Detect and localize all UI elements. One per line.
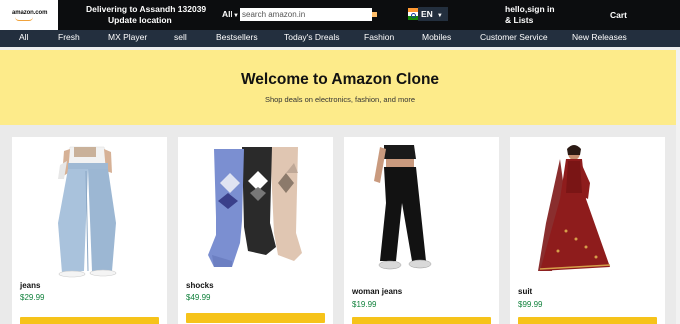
product-name[interactable]: woman jeans [352, 287, 402, 296]
socks-image [208, 147, 302, 267]
nav-item-todays-deals[interactable]: Today's Dreals [284, 32, 339, 42]
product-price: $29.99 [20, 293, 45, 302]
add-to-cart-button[interactable] [186, 313, 325, 323]
product-name[interactable]: suit [518, 287, 532, 296]
add-to-cart-button[interactable] [352, 317, 491, 324]
product-name[interactable]: jeans [20, 281, 40, 290]
suit-image [538, 145, 611, 271]
chevron-down-icon: ▼ [436, 13, 443, 19]
product-grid: jeans $29.99 shocks $49.99 woman jeans $… [0, 125, 680, 324]
product-name[interactable]: shocks [186, 281, 214, 290]
product-price: $49.99 [186, 293, 211, 302]
nav-item-bestsellers[interactable]: Bestsellers [216, 32, 258, 42]
nav-item-fashion[interactable]: Fashion [364, 32, 394, 42]
account-lists-label: & Lists [505, 15, 534, 25]
india-flag-icon [408, 8, 418, 20]
search-input[interactable] [240, 8, 372, 21]
hero-banner: Welcome to Amazon Clone Shop deals on el… [0, 50, 680, 125]
language-select[interactable]: EN ▼ [418, 7, 448, 21]
nav-item-fresh[interactable]: Fresh [58, 32, 80, 42]
product-card[interactable]: woman jeans $19.99 [344, 137, 499, 324]
nav-item-sell[interactable]: sell [174, 32, 187, 42]
search-button[interactable] [372, 12, 377, 17]
nav-item-mx-player[interactable]: MX Player [108, 32, 147, 42]
product-card[interactable]: jeans $29.99 [12, 137, 167, 324]
product-price: $19.99 [352, 300, 377, 309]
logo-text: amazon.com [12, 10, 48, 16]
nav-item-mobiles[interactable]: Mobiles [422, 32, 451, 42]
account-greeting: hello,sign in [505, 4, 555, 14]
add-to-cart-button[interactable] [20, 317, 159, 324]
logo-smile-icon [15, 17, 33, 21]
jeans-image [58, 146, 117, 278]
product-price: $99.99 [518, 300, 543, 309]
woman-jeans-image [374, 145, 432, 270]
nav-bar: All Fresh MX Player sell Bestsellers Tod… [0, 30, 680, 47]
add-to-cart-button[interactable] [518, 317, 657, 324]
update-location-link[interactable]: Update location [108, 15, 206, 26]
product-card[interactable]: shocks $49.99 [178, 137, 333, 324]
nav-item-customer-service[interactable]: Customer Service [480, 32, 548, 42]
language-label: EN [421, 9, 433, 19]
delivery-location[interactable]: Delivering to Assandh 132039 Update loca… [86, 4, 206, 26]
hero-subtitle: Shop deals on electronics, fashion, and … [264, 95, 416, 104]
top-header: amazon.com Delivering to Assandh 132039 … [0, 0, 680, 30]
search-category-label: All [222, 9, 232, 19]
account-lists[interactable]: hello,sign in & Lists [505, 4, 555, 26]
delivery-address: Delivering to Assandh 132039 [86, 4, 207, 14]
amazon-logo[interactable]: amazon.com [0, 0, 58, 30]
nav-item-new-releases[interactable]: New Releases [572, 32, 627, 42]
nav-item-all[interactable]: All [19, 32, 28, 42]
product-card[interactable]: suit $99.99 [510, 137, 665, 324]
chevron-down-icon: ▼ [233, 13, 239, 19]
hero-title: Welcome to Amazon Clone [240, 71, 440, 88]
cart-link[interactable]: Cart [610, 10, 627, 20]
search-category-select[interactable]: All▼ [222, 9, 239, 19]
page-scrollbar[interactable] [676, 50, 680, 324]
